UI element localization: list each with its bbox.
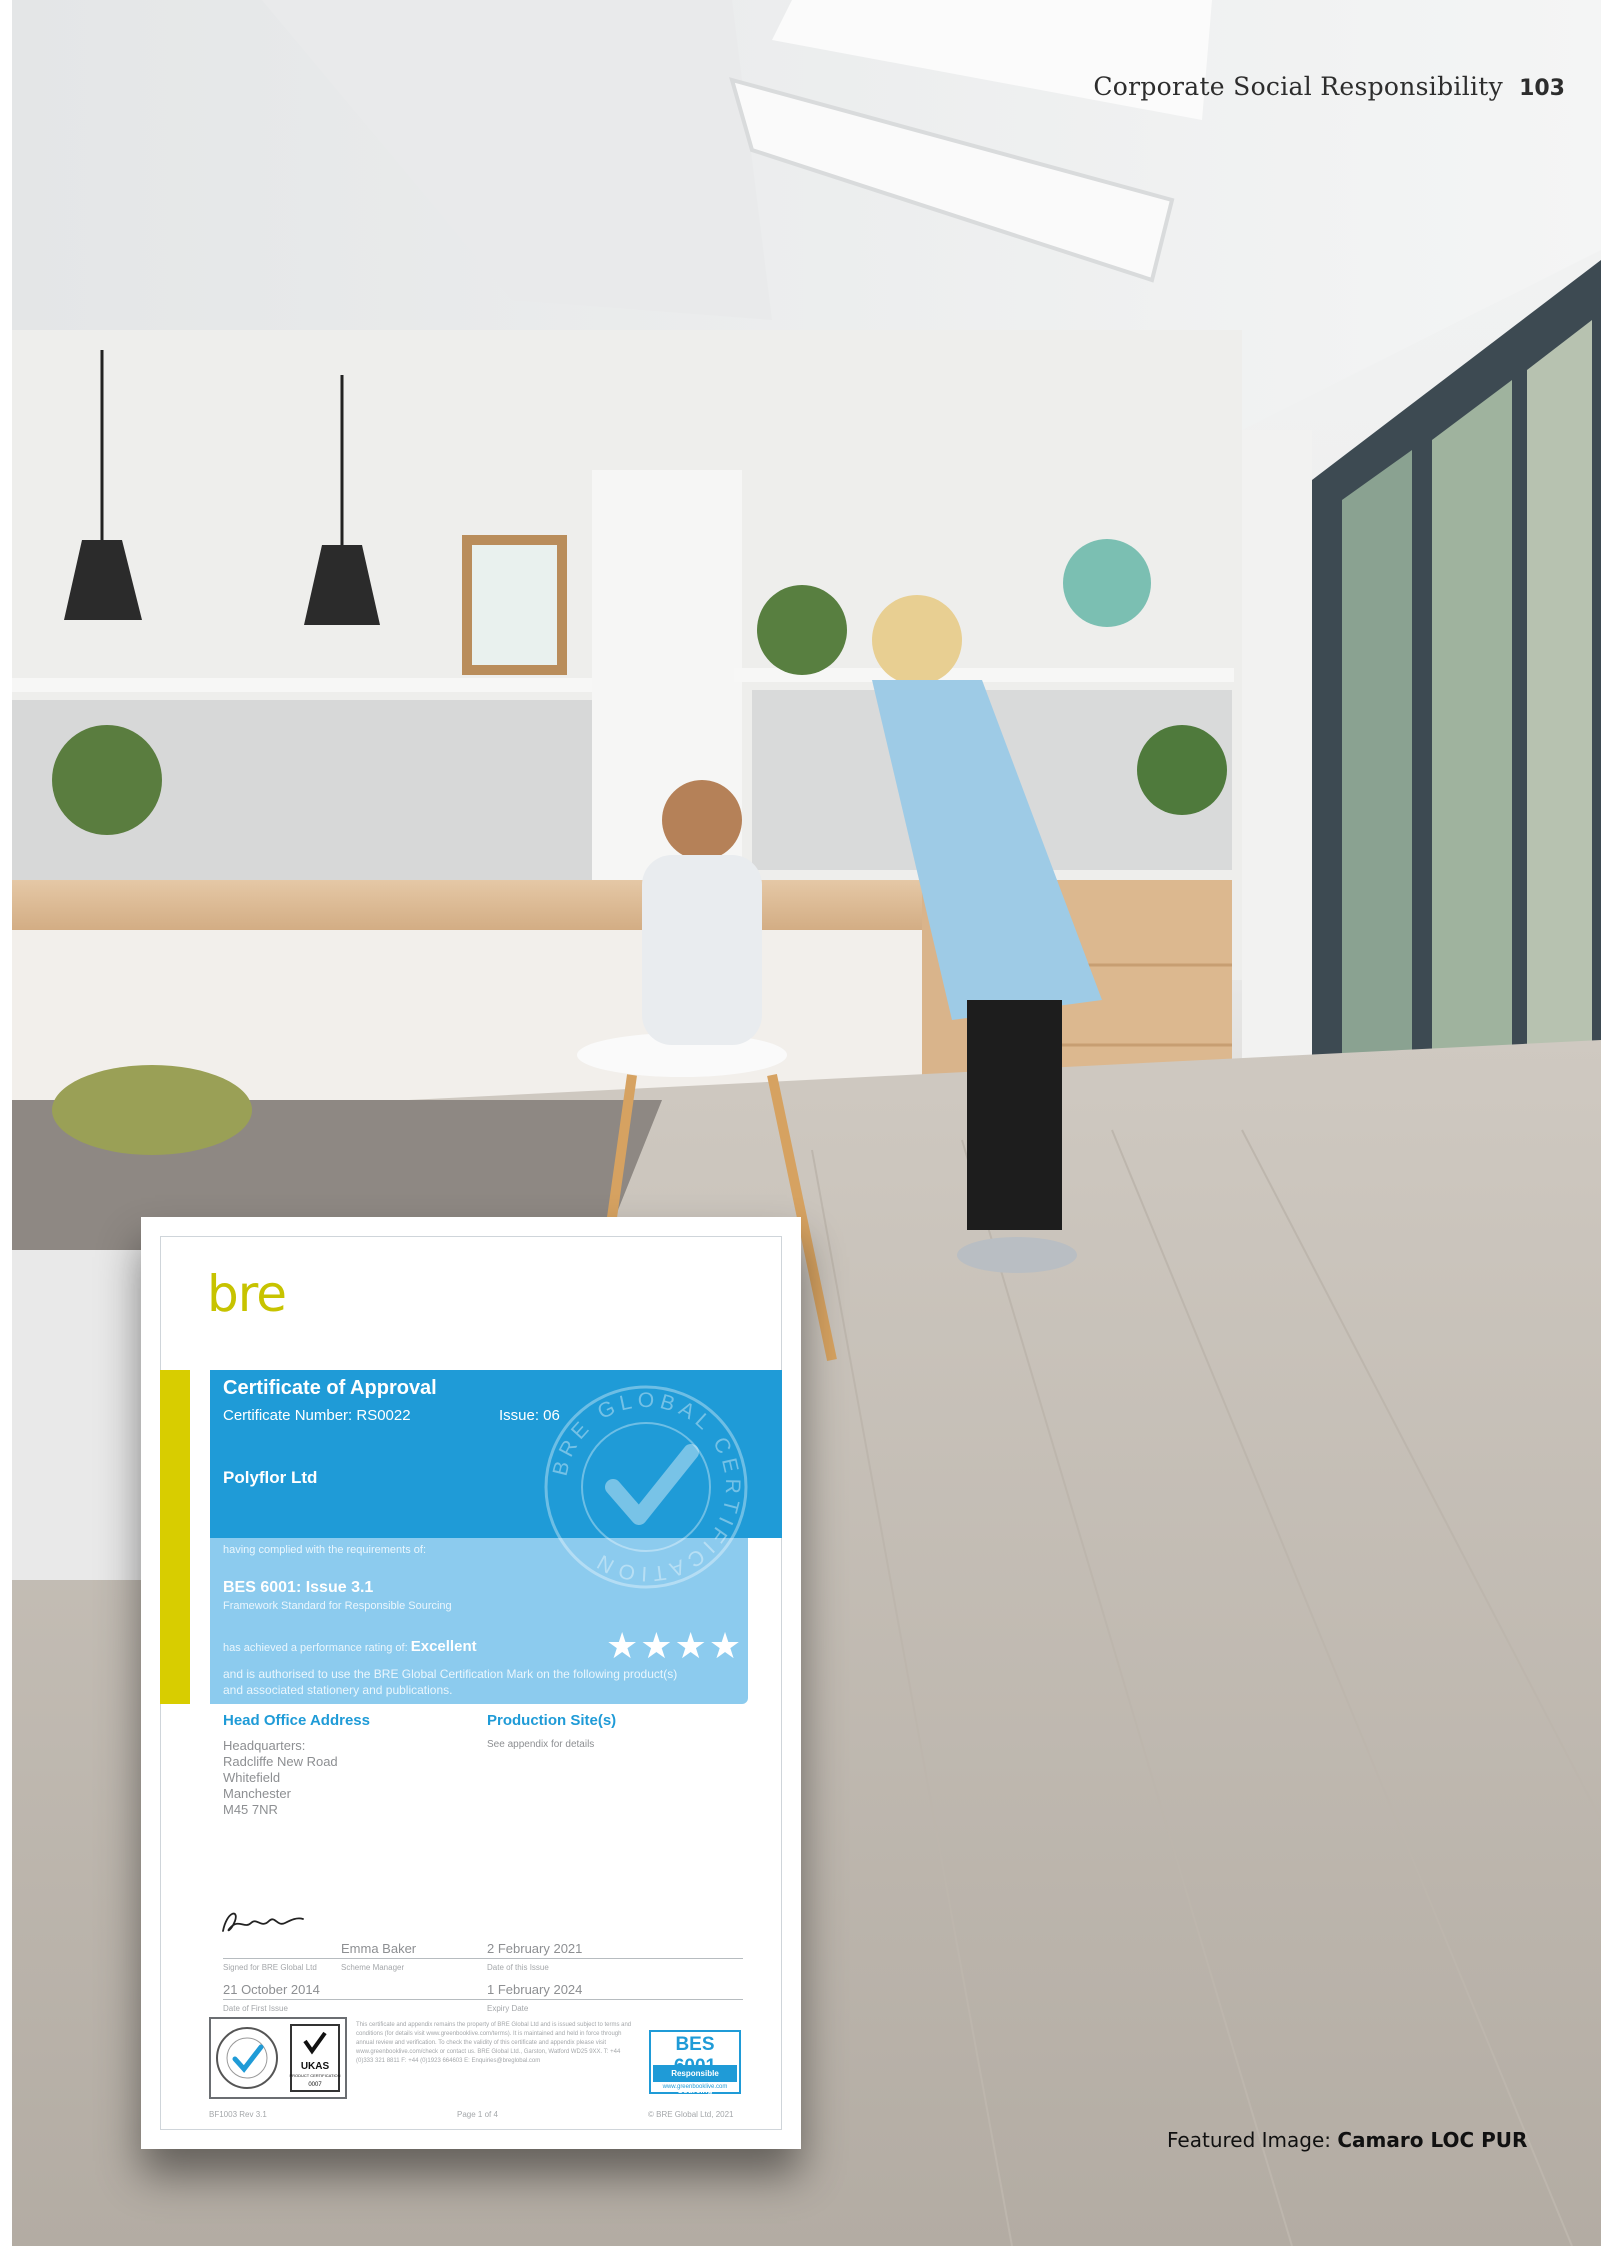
section-title: Corporate Social Responsibility — [1093, 72, 1504, 101]
address-line: Radcliffe New Road — [223, 1754, 338, 1769]
complied-text: having complied with the requirements of… — [223, 1544, 426, 1556]
signed-label: Signed for BRE Global Ltd — [223, 1963, 317, 1972]
bes-6001-badge: BES 6001 Responsible Sourcing www.greenb… — [649, 2030, 741, 2095]
featured-image-caption: Featured Image: Camaro LOC PUR — [1167, 2128, 1527, 2152]
authorisation-text: and is authorised to use the BRE Global … — [223, 1667, 678, 1697]
copyright: © BRE Global Ltd, 2021 — [648, 2110, 734, 2119]
ukas-sub: PRODUCT CERTIFICATION — [289, 2073, 340, 2078]
head-office-address: Headquarters: Radcliffe New Road Whitefi… — [223, 1738, 338, 1818]
page-number: 103 — [1519, 76, 1565, 101]
caption-prefix: Featured Image: — [1167, 2128, 1332, 2152]
expiry-label: Expiry Date — [487, 2004, 529, 2013]
certificate-document: bre BRE GLOBAL CERTIFICATION Certificate… — [141, 1217, 801, 2149]
bes-subtitle: Responsible Sourcing — [653, 2065, 737, 2095]
signer-role: Scheme Manager — [341, 1963, 405, 1972]
certification-marks: UKAS PRODUCT CERTIFICATION 0007 — [209, 2017, 347, 2099]
production-sites-heading: Production Site(s) — [487, 1712, 617, 1729]
standard-subtitle: Framework Standard for Responsible Sourc… — [223, 1600, 452, 1612]
address-line: Headquarters: — [223, 1738, 306, 1753]
ukas-number: 0007 — [308, 2082, 322, 2088]
certification-marks-icon: UKAS PRODUCT CERTIFICATION 0007 — [216, 2024, 341, 2092]
certificate-title: Certificate of Approval — [223, 1377, 437, 1399]
production-note: See appendix for details — [487, 1739, 595, 1750]
certificate-number: Certificate Number: RS0022 — [223, 1407, 411, 1424]
yellow-accent-bar — [160, 1370, 190, 1704]
head-office-heading: Head Office Address — [223, 1712, 370, 1729]
rating-line: has achieved a performance rating of: Ex… — [223, 1638, 477, 1655]
dates-row: 21 October 2014 1 February 2024 Date of … — [223, 1978, 743, 2013]
standard-name: BES 6001: Issue 3.1 — [223, 1579, 374, 1596]
svg-text:BRE GLOBAL CERTIFICATION: BRE GLOBAL CERTIFICATION — [549, 1389, 745, 1586]
page-of-label: Page 1 of 4 — [457, 2110, 498, 2119]
rating-value: Excellent — [410, 1638, 477, 1655]
page-header: Corporate Social Responsibility 103 — [1093, 72, 1565, 101]
first-issue-date: 21 October 2014 — [223, 1982, 320, 1997]
footer-legal-text: This certificate and appendix remains th… — [356, 2022, 632, 2064]
bes-url: www.greenbooklive.com — [662, 2084, 728, 2090]
address-line: Manchester — [223, 1786, 291, 1801]
signature-row: Emma Baker 2 February 2021 Signed for BR… — [223, 1937, 743, 1972]
caption-product: Camaro LOC PUR — [1337, 2128, 1528, 2152]
address-line: Whitefield — [223, 1770, 281, 1785]
issue-date: 2 February 2021 — [487, 1941, 583, 1956]
bre-logo: bre — [207, 1265, 287, 1323]
issue-date-label: Date of this Issue — [487, 1963, 549, 1972]
certificate-issue: Issue: 06 — [499, 1407, 560, 1424]
signer-name: Emma Baker — [341, 1941, 417, 1956]
rating-stars-icon: ★★★★ — [606, 1625, 744, 1666]
bre-global-certification-seal-icon: BRE GLOBAL CERTIFICATION — [544, 1385, 748, 1589]
rating-prefix: has achieved a performance rating of: — [223, 1642, 408, 1654]
seal-text: BRE GLOBAL CERTIFICATION — [549, 1389, 740, 1586]
company-name: Polyflor Ltd — [223, 1468, 318, 1487]
first-issue-label: Date of First Issue — [223, 2004, 288, 2013]
address-line: M45 7NR — [223, 1802, 278, 1817]
form-reference: BF1003 Rev 3.1 — [209, 2110, 267, 2119]
ukas-label: UKAS — [301, 2061, 330, 2072]
expiry-date: 1 February 2024 — [487, 1982, 583, 1997]
